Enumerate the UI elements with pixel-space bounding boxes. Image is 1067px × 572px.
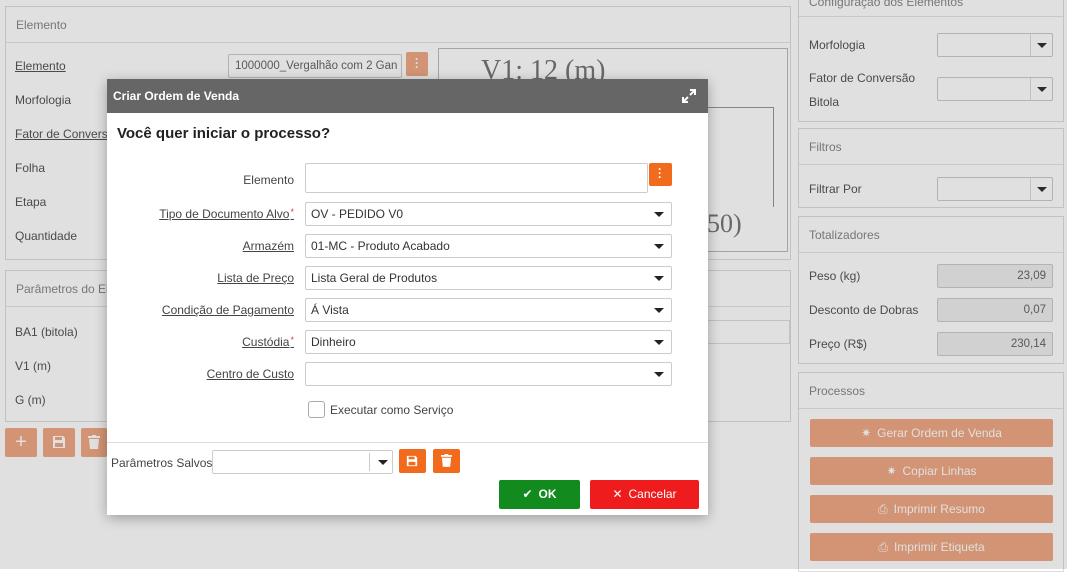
dialog-divider xyxy=(107,442,708,443)
floppy-icon xyxy=(406,455,418,467)
cancel-button[interactable]: ✕ Cancelar xyxy=(590,480,699,509)
dialog-title: Criar Ordem de Venda xyxy=(113,89,240,103)
select-divider xyxy=(369,453,370,471)
custodia-value: Dinheiro xyxy=(311,335,356,349)
chevron-down-icon xyxy=(647,363,671,385)
chevron-down-icon xyxy=(647,203,671,225)
centro-custo-select[interactable] xyxy=(305,362,672,386)
salvar-parametros-button[interactable] xyxy=(399,449,426,473)
criar-ordem-dialog: Criar Ordem de Venda Você quer iniciar o… xyxy=(107,79,708,515)
elemento-dialog-input[interactable] xyxy=(305,163,648,193)
kebab-icon: · · · xyxy=(658,162,662,184)
tipo-documento-label[interactable]: Tipo de Documento Alvo xyxy=(159,207,294,221)
elemento-dialog-label: Elemento xyxy=(243,173,294,187)
trash-icon xyxy=(441,454,452,467)
executar-servico-checkbox[interactable] xyxy=(308,401,325,418)
chevron-down-icon xyxy=(647,267,671,289)
centro-custo-label[interactable]: Centro de Custo xyxy=(207,367,294,381)
armazem-select[interactable]: 01-MC - Produto Acabado xyxy=(305,234,672,258)
armazem-value: 01-MC - Produto Acabado xyxy=(311,239,450,253)
ok-label: OK xyxy=(538,487,557,501)
lista-preco-select[interactable]: Lista Geral de Produtos xyxy=(305,266,672,290)
close-icon: ✕ xyxy=(612,487,623,501)
excluir-parametros-button[interactable] xyxy=(433,449,460,473)
ok-button[interactable]: ✔ OK xyxy=(499,480,580,509)
dialog-question: Você quer iniciar o processo? xyxy=(117,125,331,142)
check-icon: ✔ xyxy=(522,487,533,501)
parametros-salvos-label: Parâmetros Salvos xyxy=(111,456,213,470)
chevron-down-icon xyxy=(378,460,388,465)
condicao-pagamento-label[interactable]: Condição de Pagamento xyxy=(162,303,294,317)
tipo-documento-select[interactable]: OV - PEDIDO V0 xyxy=(305,202,672,226)
chevron-down-icon xyxy=(647,235,671,257)
lista-preco-label[interactable]: Lista de Preço xyxy=(217,271,294,285)
dialog-header: Criar Ordem de Venda xyxy=(107,79,708,113)
elemento-dialog-menu-button[interactable]: · · · xyxy=(649,163,672,186)
chevron-down-icon xyxy=(647,299,671,321)
expand-icon[interactable] xyxy=(682,89,696,103)
armazem-label[interactable]: Armazém xyxy=(243,239,294,253)
condicao-pagamento-value: Á Vista xyxy=(311,303,349,317)
lista-preco-value: Lista Geral de Produtos xyxy=(311,271,438,285)
parametros-salvos-select[interactable] xyxy=(212,450,393,474)
chevron-down-icon xyxy=(647,331,671,353)
custodia-label[interactable]: Custódia xyxy=(242,335,294,349)
condicao-pagamento-select[interactable]: Á Vista xyxy=(305,298,672,322)
tipo-documento-value: OV - PEDIDO V0 xyxy=(311,207,404,221)
custodia-select[interactable]: Dinheiro xyxy=(305,330,672,354)
cancel-label: Cancelar xyxy=(628,487,677,501)
executar-servico-label: Executar como Serviço xyxy=(330,403,454,417)
